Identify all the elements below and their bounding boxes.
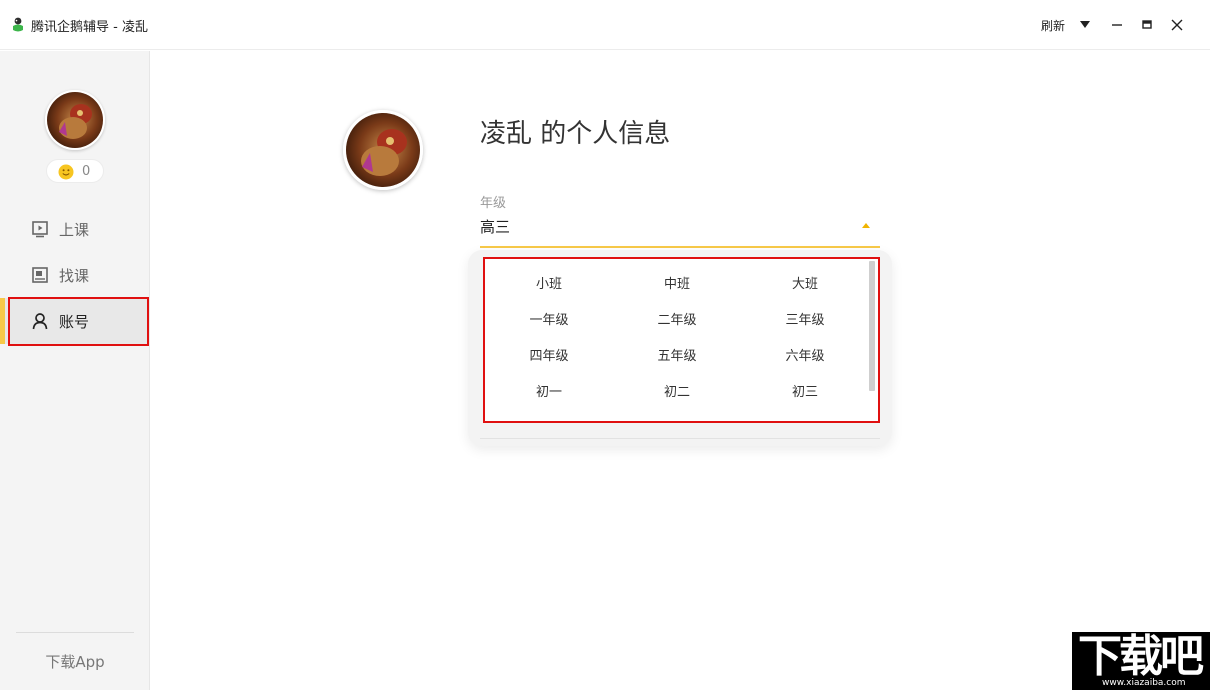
sidebar-item-label: 找课: [59, 267, 90, 285]
grade-option[interactable]: 五年级: [613, 339, 741, 375]
sidebar: 0 上课 找课 账号 下载App: [0, 51, 150, 690]
play-screen-icon: [32, 221, 48, 238]
grade-option[interactable]: 一年级: [485, 303, 613, 339]
grade-option[interactable]: 四年级: [485, 339, 613, 375]
active-indicator: [0, 298, 5, 344]
title-bar: 腾讯企鹅辅导 - 凌乱 刷新: [0, 0, 1210, 50]
caret-up-icon: [862, 223, 870, 228]
refresh-button[interactable]: 刷新: [1041, 17, 1065, 34]
grade-label: 年级: [480, 196, 507, 211]
grade-option[interactable]: 初二: [613, 375, 741, 411]
grade-options: 小班 中班 大班 一年级 二年级 三年级 四年级 五年级 六年级 初一 初二 初…: [485, 267, 869, 411]
page-title: 凌乱 的个人信息: [480, 119, 671, 149]
sidebar-item-account[interactable]: 账号: [0, 297, 150, 346]
sidebar-item-find-course[interactable]: 找课: [0, 252, 150, 298]
sidebar-item-class[interactable]: 上课: [0, 206, 150, 252]
dropdown-scrollbar[interactable]: [869, 261, 875, 391]
grade-option[interactable]: 初一: [485, 375, 613, 411]
grade-option[interactable]: 大班: [741, 267, 869, 303]
maximize-icon[interactable]: [1137, 15, 1157, 35]
minimize-icon[interactable]: [1107, 15, 1127, 35]
coin-balance[interactable]: 0: [46, 159, 104, 183]
menu-dropdown-icon[interactable]: [1075, 15, 1095, 35]
profile-avatar[interactable]: [343, 110, 423, 190]
avatar[interactable]: [45, 90, 105, 150]
grade-dropdown: 小班 中班 大班 一年级 二年级 三年级 四年级 五年级 六年级 初一 初二 初…: [485, 259, 879, 421]
grade-option[interactable]: 二年级: [613, 303, 741, 339]
watermark-url: www.xiazaiba.com: [1102, 678, 1186, 688]
download-app-link[interactable]: 下载App: [0, 651, 150, 672]
app-logo-icon: [13, 17, 23, 32]
grade-select[interactable]: 高三: [480, 212, 880, 248]
coin-smile-icon: [58, 164, 74, 180]
divider: [480, 438, 880, 439]
book-icon: [32, 267, 48, 283]
coin-count: 0: [82, 164, 91, 179]
watermark-logo: 下载吧 www.xiazaiba.com: [1072, 632, 1210, 690]
sidebar-item-label: 账号: [59, 313, 90, 331]
close-icon[interactable]: [1167, 15, 1187, 35]
grade-option[interactable]: 三年级: [741, 303, 869, 339]
grade-option[interactable]: 初三: [741, 375, 869, 411]
grade-option[interactable]: 中班: [613, 267, 741, 303]
user-icon: [32, 313, 48, 330]
grade-option[interactable]: 六年级: [741, 339, 869, 375]
watermark-text: 下载吧: [1078, 631, 1204, 682]
grade-option[interactable]: 小班: [485, 267, 613, 303]
divider: [16, 632, 134, 633]
sidebar-item-label: 上课: [59, 221, 90, 239]
grade-value: 高三: [480, 218, 511, 236]
window-title: 腾讯企鹅辅导 - 凌乱: [31, 20, 148, 35]
